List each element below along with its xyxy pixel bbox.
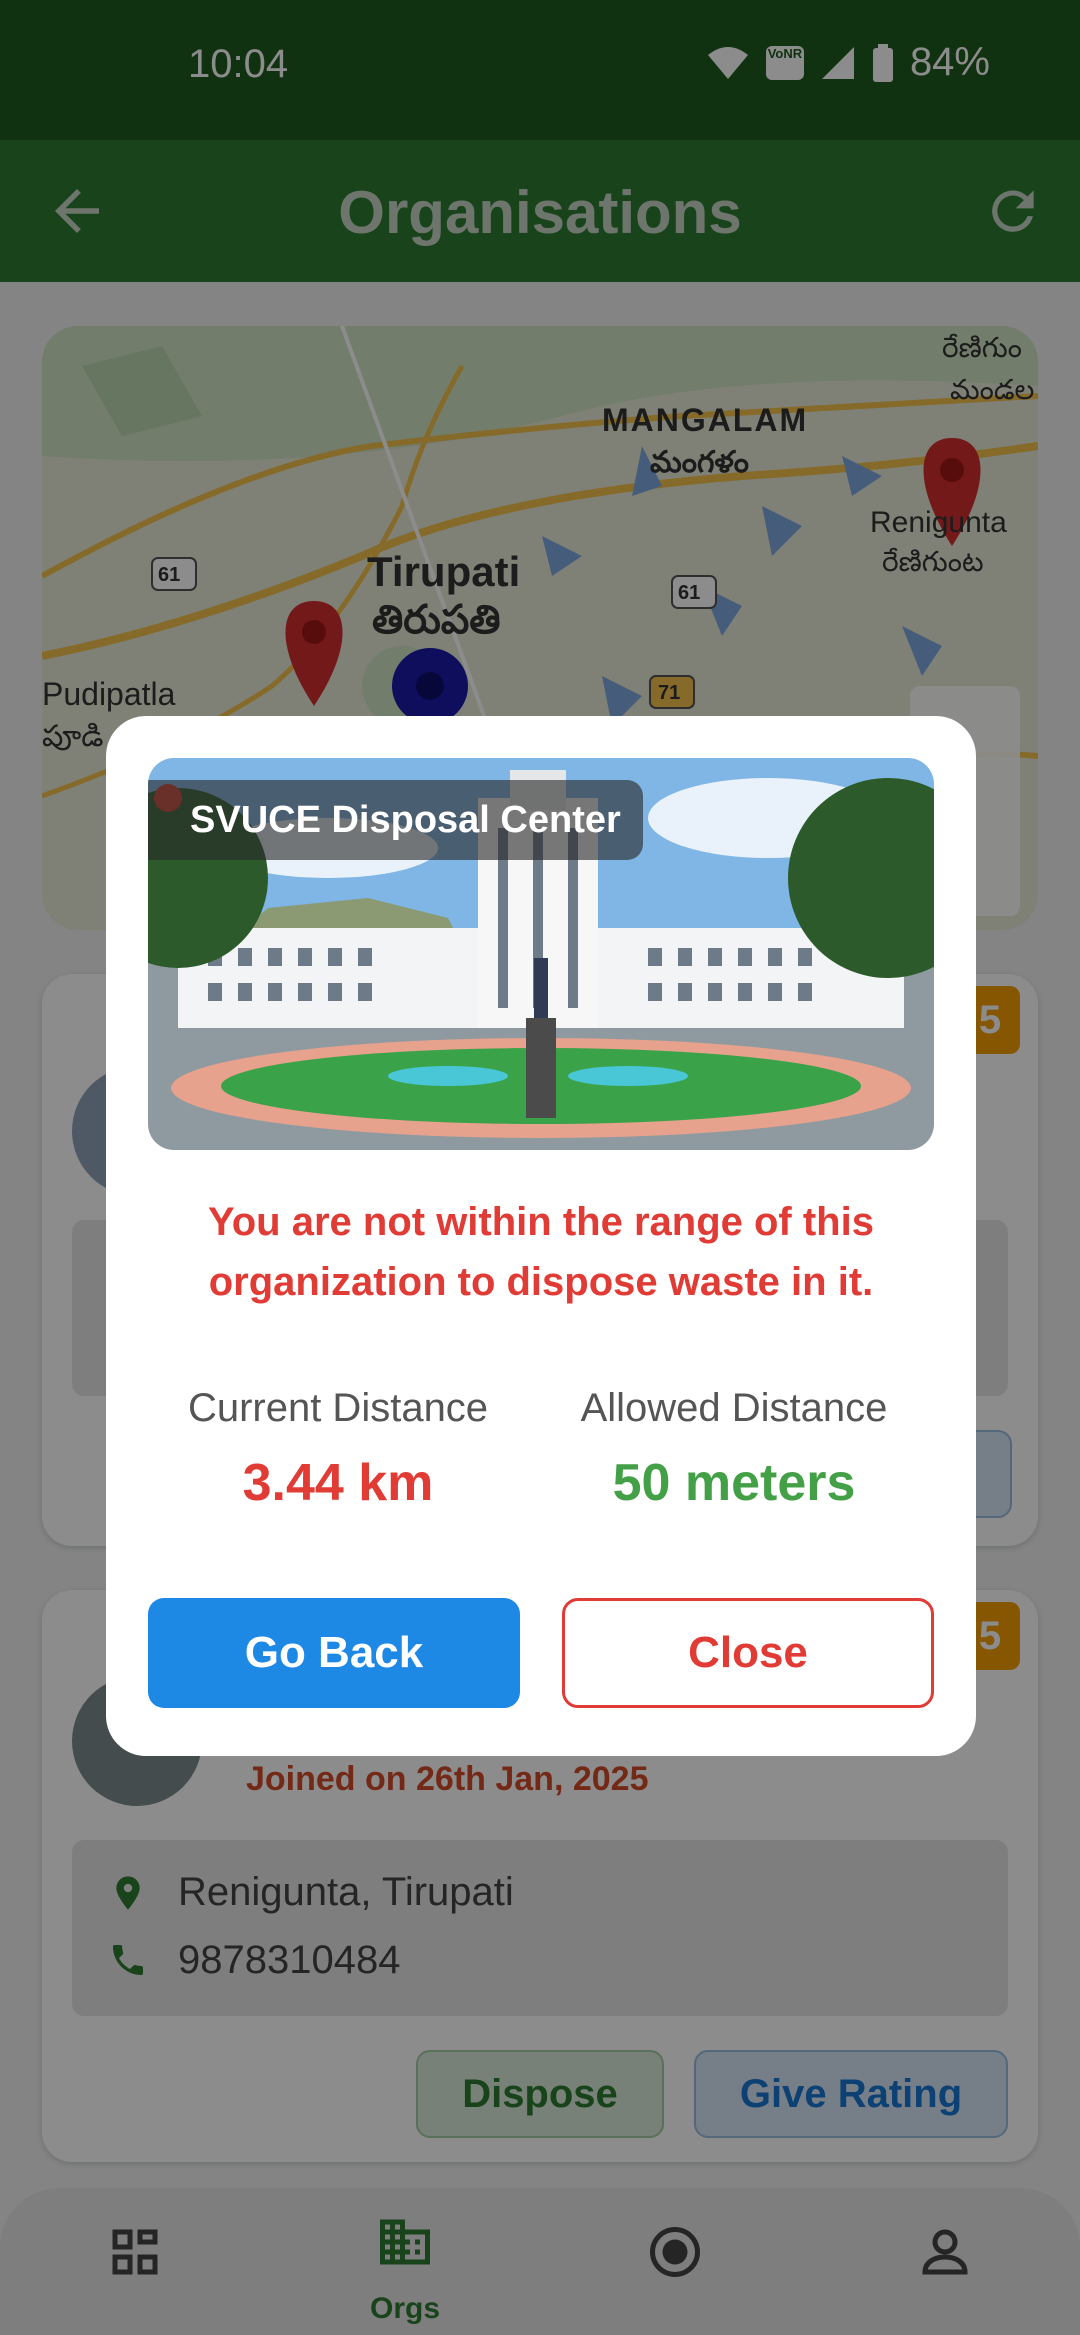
allowed-distance-value: 50 meters — [612, 1454, 856, 1512]
go-back-button[interactable]: Go Back — [148, 1598, 520, 1708]
close-button[interactable]: Close — [562, 1598, 934, 1708]
range-warning-text: You are not within the range of this org… — [208, 1200, 874, 1304]
org-name-overlay: SVUCE Disposal Center — [148, 780, 643, 860]
current-distance: Current Distance 3.44 km — [138, 1386, 538, 1513]
allowed-distance-label: Allowed Distance — [580, 1386, 888, 1430]
org-photo: SVUCE Disposal Center — [148, 758, 934, 1150]
allowed-distance: Allowed Distance 50 meters — [534, 1386, 934, 1513]
range-warning-dialog: SVUCE Disposal Center You are not within… — [106, 716, 976, 1756]
current-distance-label: Current Distance — [187, 1386, 489, 1430]
current-distance-value: 3.44 km — [242, 1454, 434, 1512]
